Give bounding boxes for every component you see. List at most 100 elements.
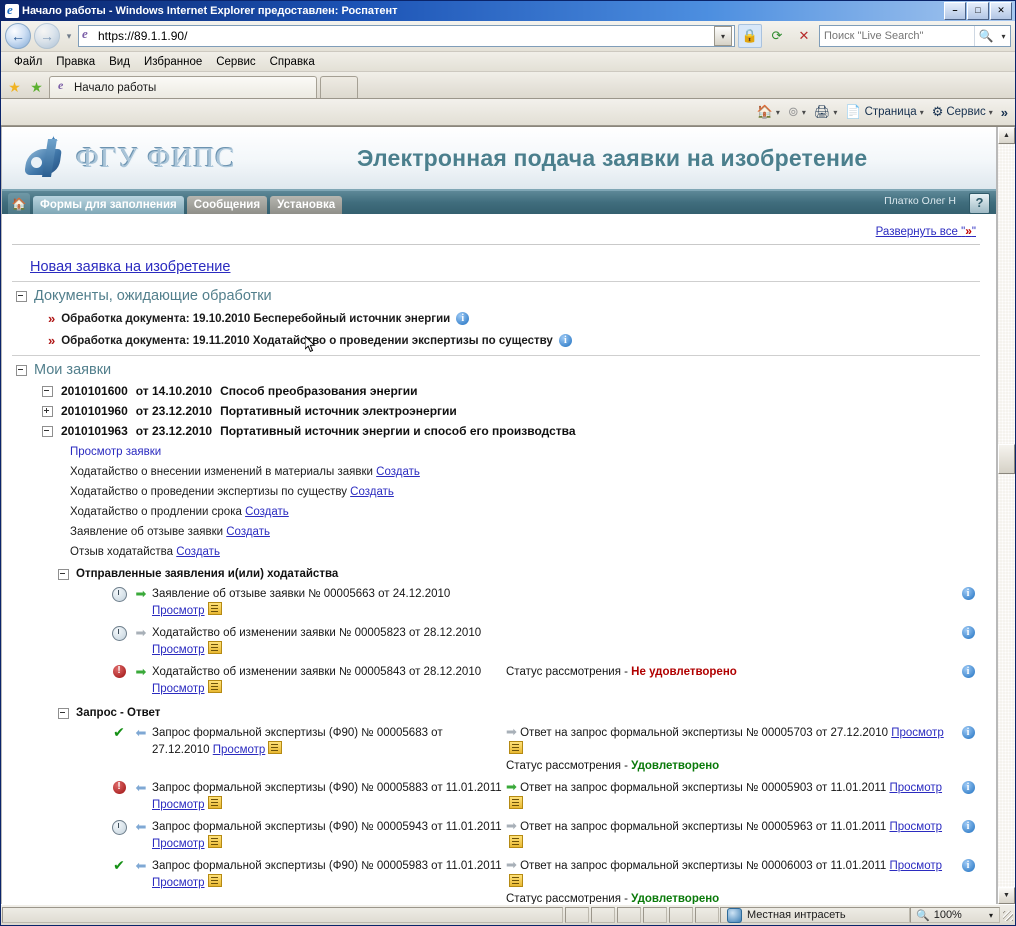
menu-item-help[interactable]: Справка xyxy=(263,55,322,69)
maximize-button[interactable]: □ xyxy=(967,2,989,20)
feeds-caret-icon[interactable]: ▾ xyxy=(802,108,806,117)
search-input[interactable] xyxy=(820,27,974,45)
refresh-icon[interactable]: ⟳ xyxy=(765,24,789,48)
application-row[interactable]: 2010101600 от 14.10.2010 Способ преобраз… xyxy=(42,384,980,398)
create-link[interactable]: Создать xyxy=(245,506,289,518)
view-link[interactable]: Просмотр xyxy=(152,838,205,850)
note-icon[interactable] xyxy=(207,680,222,693)
url-dropdown-icon[interactable]: ▾ xyxy=(714,26,732,46)
home-caret-icon[interactable]: ▾ xyxy=(776,108,780,117)
collapse-toggle-icon[interactable] xyxy=(58,707,69,719)
scroll-down-button[interactable]: ▼ xyxy=(998,887,1015,904)
create-link[interactable]: Создать xyxy=(350,486,394,498)
view-link[interactable]: Просмотр xyxy=(213,744,266,756)
request-response-header[interactable]: Запрос - Ответ xyxy=(58,707,980,719)
view-link[interactable]: Просмотр xyxy=(152,877,205,889)
note-icon[interactable] xyxy=(509,796,523,809)
view-link[interactable]: Просмотр xyxy=(152,799,205,811)
pending-document-row[interactable]: » Обработка документа: 19.10.2010 Беспеp… xyxy=(48,311,980,326)
favorites-star-icon[interactable]: ★ xyxy=(5,76,24,98)
scroll-track[interactable] xyxy=(998,144,1015,887)
info-icon[interactable]: i xyxy=(961,781,975,794)
menu-item-view[interactable]: Вид xyxy=(102,55,137,69)
note-icon[interactable] xyxy=(509,835,523,848)
note-icon[interactable] xyxy=(207,602,222,615)
view-link[interactable]: Просмотр xyxy=(890,821,943,833)
tools-caret-icon[interactable]: ▾ xyxy=(989,108,993,117)
note-icon[interactable] xyxy=(207,835,222,848)
nav-home-icon[interactable]: 🏠 xyxy=(8,193,30,214)
view-application-link[interactable]: Просмотр заявки xyxy=(70,446,161,458)
pending-documents-header[interactable]: Документы, ожидающие обработки xyxy=(16,288,980,304)
my-applications-header[interactable]: Мои заявки xyxy=(16,362,980,378)
new-tab-button[interactable] xyxy=(320,76,358,98)
scroll-up-button[interactable]: ▲ xyxy=(998,127,1015,144)
expand-all-link[interactable]: Развернуть все "»" xyxy=(876,224,976,238)
zoom-caret-icon[interactable]: ▾ xyxy=(989,911,993,920)
expand-toggle-icon[interactable] xyxy=(42,405,53,417)
page-menu-button[interactable]: 📄 Страница ▾ xyxy=(842,103,926,121)
url-bar[interactable]: https://89.1.1.90/ ▾ xyxy=(78,25,735,47)
collapse-toggle-icon[interactable] xyxy=(16,364,27,376)
stop-icon[interactable]: ✕ xyxy=(792,24,816,48)
back-button[interactable]: ← xyxy=(5,23,31,49)
sent-requests-header[interactable]: Отправленные заявления и(или) ходатайств… xyxy=(58,568,980,580)
create-link[interactable]: Создать xyxy=(376,466,420,478)
new-application-link[interactable]: Новая заявка на изобретение xyxy=(30,259,980,275)
collapse-toggle-icon[interactable] xyxy=(58,568,69,580)
minimize-button[interactable]: – xyxy=(944,2,966,20)
search-icon[interactable]: 🔍 xyxy=(974,26,997,46)
create-link[interactable]: Создать xyxy=(226,526,270,538)
search-box[interactable]: 🔍 ▾ xyxy=(819,25,1011,47)
resize-grip-icon[interactable] xyxy=(1000,907,1015,923)
browser-tab[interactable]: Начало работы xyxy=(49,76,317,98)
view-link[interactable]: Просмотр xyxy=(152,683,205,695)
info-icon[interactable]: i xyxy=(961,626,975,639)
page-scrollbar[interactable]: ▲ ▼ xyxy=(997,127,1015,904)
print-button[interactable]: 🖨 ▾ xyxy=(811,103,841,121)
menu-item-edit[interactable]: Правка xyxy=(49,55,102,69)
close-button[interactable]: ✕ xyxy=(990,2,1012,20)
search-provider-caret-icon[interactable]: ▾ xyxy=(997,26,1010,46)
info-icon[interactable]: i xyxy=(961,820,975,833)
application-row[interactable]: 2010101960 от 23.12.2010 Портативный ист… xyxy=(42,404,980,418)
view-link[interactable]: Просмотр xyxy=(890,860,943,872)
note-icon[interactable] xyxy=(207,641,222,654)
view-link[interactable]: Просмотр xyxy=(152,605,205,617)
collapse-toggle-icon[interactable] xyxy=(16,290,27,302)
home-button[interactable]: 🏠 ▾ xyxy=(754,103,783,121)
info-icon[interactable]: i xyxy=(961,587,975,600)
menu-item-favorites[interactable]: Избранное xyxy=(137,55,209,69)
security-zone-cell[interactable]: Местная интрасеть xyxy=(720,907,910,923)
more-commands-chevron-icon[interactable]: » xyxy=(998,105,1011,120)
view-link[interactable]: Просмотр xyxy=(891,727,944,739)
forward-button[interactable]: → xyxy=(34,23,60,49)
note-icon[interactable] xyxy=(268,741,283,754)
tools-menu-button[interactable]: ⚙ Сервис ▾ xyxy=(929,103,996,121)
info-icon[interactable]: i xyxy=(558,334,572,347)
nav-tab-forms[interactable]: Формы для заполнения xyxy=(33,196,184,214)
info-icon[interactable]: i xyxy=(456,312,470,325)
info-icon[interactable]: i xyxy=(961,859,975,872)
application-row[interactable]: 2010101963 от 23.12.2010 Портативный ист… xyxy=(42,424,980,438)
scroll-thumb[interactable] xyxy=(998,444,1015,474)
page-caret-icon[interactable]: ▾ xyxy=(920,108,924,117)
lock-icon[interactable]: 🔒 xyxy=(738,24,762,48)
nav-tab-install[interactable]: Установка xyxy=(270,196,343,214)
print-caret-icon[interactable]: ▾ xyxy=(833,108,837,117)
info-icon[interactable]: i xyxy=(961,665,975,678)
add-favorite-icon[interactable]: ★ xyxy=(27,76,46,98)
view-link[interactable]: Просмотр xyxy=(890,782,943,794)
feeds-button[interactable]: ⊚ ▾ xyxy=(785,103,809,121)
menu-item-tools[interactable]: Сервис xyxy=(209,55,262,69)
nav-tab-messages[interactable]: Сообщения xyxy=(186,196,268,214)
note-icon[interactable] xyxy=(509,741,523,754)
note-icon[interactable] xyxy=(509,874,523,887)
menu-item-file[interactable]: Файл xyxy=(7,55,49,69)
help-button[interactable]: ? xyxy=(969,193,990,214)
zoom-cell[interactable]: 🔍 100% ▾ xyxy=(910,907,1000,923)
collapse-toggle-icon[interactable] xyxy=(42,425,53,437)
info-icon[interactable]: i xyxy=(961,726,975,739)
history-dropdown-icon[interactable]: ▾ xyxy=(63,31,75,42)
view-link[interactable]: Просмотр xyxy=(152,644,205,656)
